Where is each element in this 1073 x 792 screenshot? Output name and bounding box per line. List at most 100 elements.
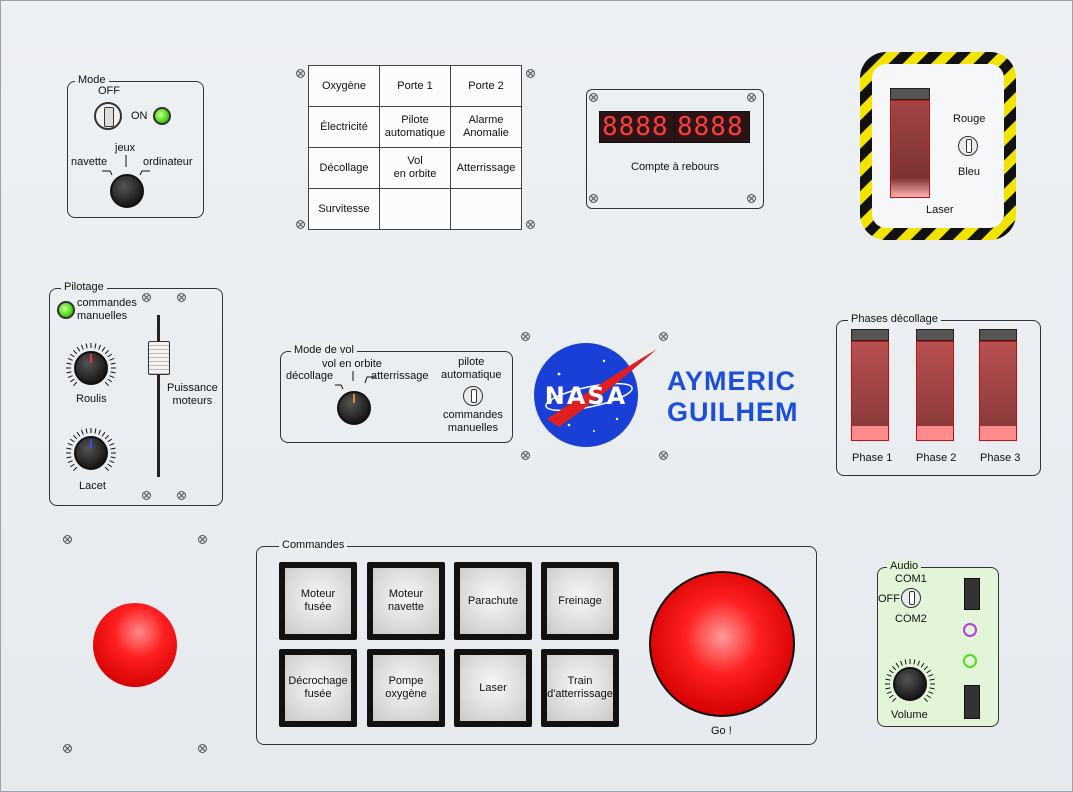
- go-button[interactable]: [649, 571, 795, 717]
- cmd-button-label: Moteur fusée: [285, 568, 351, 634]
- dial-tick: [67, 357, 73, 361]
- dial-tick: [899, 660, 903, 666]
- dial-tick: [80, 429, 84, 435]
- phase-2-label: Phase 2: [916, 452, 957, 464]
- dial-tick: [913, 659, 916, 665]
- dial-tick: [94, 343, 97, 349]
- laser-blue-label: Bleu: [958, 166, 981, 178]
- dial-tick: [110, 447, 116, 450]
- dial-tick: [895, 662, 900, 668]
- cmd-button-7[interactable]: Laser: [454, 649, 532, 727]
- volume-knob[interactable]: [893, 667, 927, 701]
- cmd-button-label: Freinage: [547, 568, 613, 634]
- laser-switch-cover[interactable]: [890, 88, 930, 198]
- dial-tick: [110, 362, 116, 365]
- screw: [296, 220, 305, 229]
- audio-channel-toggle[interactable]: [901, 588, 921, 608]
- cmd-button-5[interactable]: Décrochage fusée: [279, 649, 357, 727]
- dial-tick: [72, 466, 78, 472]
- purple-indicator: [963, 623, 977, 637]
- screw: [63, 535, 72, 544]
- dial-tick: [85, 343, 88, 349]
- dial-tick: [109, 357, 115, 361]
- manual-control-label: commandes manuelles: [77, 297, 137, 322]
- cmd-button-3[interactable]: Parachute: [454, 562, 532, 640]
- phase-2-switch[interactable]: [916, 329, 954, 441]
- indicator-cell: Alarme Anomalie: [450, 106, 522, 148]
- dial-tick: [80, 344, 84, 350]
- yaw-label: Lacet: [79, 480, 106, 492]
- throttle-slider[interactable]: [148, 341, 170, 375]
- dial-tick: [904, 659, 907, 665]
- dial-tick: [66, 371, 72, 374]
- flight-pos-left-label: décollage: [286, 370, 334, 382]
- dial-tick: [109, 460, 115, 464]
- mode-selector-knob[interactable]: [110, 174, 144, 208]
- key-off-label: OFF: [98, 85, 120, 97]
- countdown-label: Compte à rebours: [631, 161, 720, 173]
- dial-tick: [72, 349, 78, 355]
- countdown-panel: [586, 89, 764, 209]
- go-label: Go !: [711, 725, 732, 737]
- dial-tick: [888, 669, 894, 674]
- laser-red-label: Rouge: [953, 113, 986, 125]
- dial-tick: [98, 429, 102, 435]
- screw: [142, 293, 151, 302]
- phase-3-switch[interactable]: [979, 329, 1017, 441]
- dial-tick: [891, 665, 897, 671]
- dial-tick: [94, 428, 97, 434]
- dial-tick: [109, 442, 115, 446]
- dial-tick: [72, 381, 78, 387]
- commands-title: Commandes: [279, 539, 348, 551]
- countdown-display-right: 8888: [674, 111, 750, 143]
- dial-tick: [76, 346, 81, 352]
- com2-label: COM2: [895, 613, 927, 625]
- screw: [177, 491, 186, 500]
- flight-mode-title: Mode de vol: [291, 344, 357, 356]
- dial-tick: [928, 691, 934, 695]
- dial-tick: [67, 442, 73, 446]
- screw: [747, 93, 756, 102]
- dial-tick: [98, 344, 102, 350]
- laser-color-toggle[interactable]: [958, 136, 978, 156]
- green-indicator: [963, 654, 977, 668]
- dial-tick: [85, 428, 88, 434]
- autopilot-toggle[interactable]: [463, 386, 483, 406]
- dial-tick: [110, 371, 116, 374]
- dial-tick: [886, 691, 892, 695]
- cmd-button-1[interactable]: Moteur fusée: [279, 562, 357, 640]
- emergency-red-button[interactable]: [93, 603, 177, 687]
- dial-tick: [926, 694, 932, 699]
- flight-selector-ticks: [335, 371, 375, 390]
- dial-tick: [69, 463, 75, 468]
- dial-tick: [888, 694, 894, 699]
- audio-jack-top[interactable]: [964, 578, 980, 610]
- roll-label: Roulis: [76, 393, 107, 405]
- dial-tick: [917, 660, 921, 666]
- phase-1-label: Phase 1: [852, 452, 893, 464]
- audio-off-label: OFF: [878, 593, 900, 605]
- cmd-button-4[interactable]: Freinage: [541, 562, 619, 640]
- dial-tick: [101, 346, 106, 352]
- key-switch[interactable]: [94, 102, 122, 130]
- flight-mode-knob[interactable]: [337, 391, 371, 425]
- dial-tick: [107, 438, 113, 443]
- dial-tick: [110, 456, 116, 459]
- screw: [142, 491, 151, 500]
- screw: [589, 93, 598, 102]
- phase-1-switch[interactable]: [851, 329, 889, 441]
- dial-tick: [104, 349, 110, 355]
- dial-tick: [923, 697, 929, 703]
- dial-tick: [69, 438, 75, 443]
- manual-commands-label: commandes manuelles: [443, 409, 503, 434]
- cmd-button-label: Parachute: [460, 568, 526, 634]
- cmd-button-8[interactable]: Train d'atterrissage: [541, 649, 619, 727]
- dial-tick: [923, 665, 929, 671]
- audio-jack-bottom[interactable]: [964, 685, 980, 719]
- cmd-button-6[interactable]: Pompe oxygène: [367, 649, 445, 727]
- cmd-button-2[interactable]: Moteur navette: [367, 562, 445, 640]
- screw: [589, 194, 598, 203]
- yaw-knob[interactable]: [74, 436, 108, 470]
- roll-knob[interactable]: [74, 351, 108, 385]
- audio-title: Audio: [887, 560, 922, 572]
